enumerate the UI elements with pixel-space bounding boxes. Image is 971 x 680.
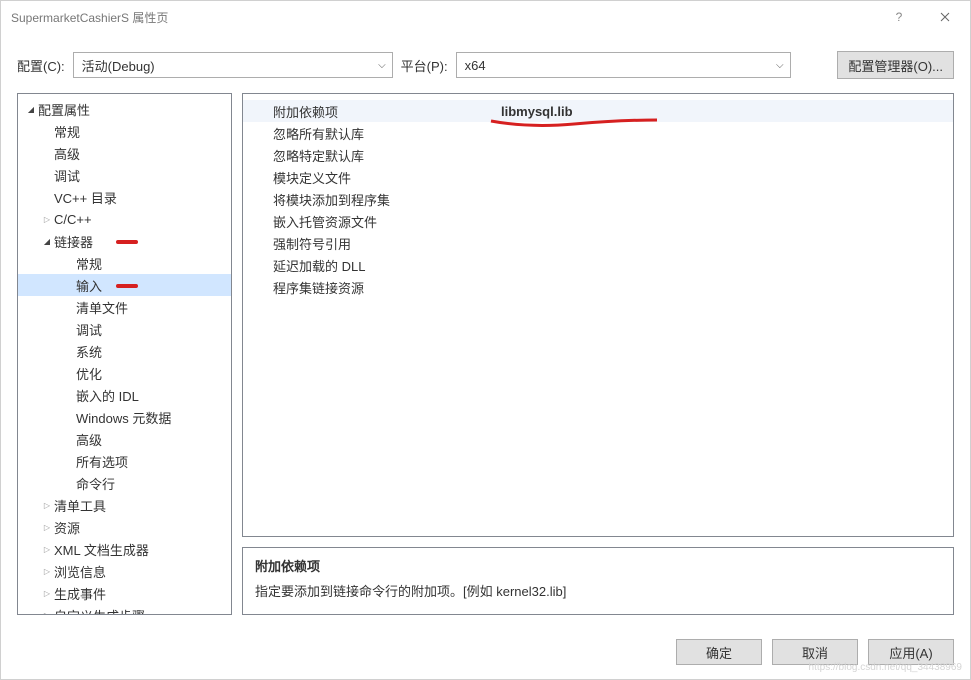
tree-panel[interactable]: 配置属性 常规 高级 调试 VC++ 目录 C/C++ 链接器 常规 输入 清单…: [17, 93, 232, 615]
description-panel: 附加依赖项 指定要添加到链接命令行的附加项。[例如 kernel32.lib]: [242, 547, 954, 615]
annotation-mark: [116, 284, 138, 288]
property-row[interactable]: 程序集链接资源: [243, 276, 953, 298]
expand-icon[interactable]: [40, 589, 54, 598]
property-label: 延迟加载的 DLL: [243, 256, 495, 275]
property-label: 强制符号引用: [243, 234, 495, 253]
chevron-down-icon: ⌵: [776, 60, 784, 71]
platform-value: x64: [465, 58, 486, 73]
description-text: 指定要添加到链接命令行的附加项。[例如 kernel32.lib]: [255, 581, 941, 600]
tree-resources[interactable]: 资源: [18, 516, 231, 538]
config-manager-button[interactable]: 配置管理器(O)...: [837, 51, 954, 79]
tree-linker[interactable]: 链接器: [18, 230, 231, 252]
config-label: 配置(C):: [17, 56, 65, 75]
expand-icon[interactable]: [24, 105, 38, 114]
ok-button[interactable]: 确定: [676, 639, 762, 665]
property-label: 将模块添加到程序集: [243, 190, 495, 209]
tree-linker-cmdline[interactable]: 命令行: [18, 472, 231, 494]
window-title: SupermarketCashierS 属性页: [11, 9, 876, 26]
tree-browse-info[interactable]: 浏览信息: [18, 560, 231, 582]
chevron-down-icon: ⌵: [378, 60, 386, 71]
config-dropdown[interactable]: 活动(Debug) ⌵: [73, 52, 393, 78]
property-row[interactable]: 附加依赖项libmysql.lib: [243, 100, 953, 122]
property-row[interactable]: 将模块添加到程序集: [243, 188, 953, 210]
property-label: 忽略特定默认库: [243, 146, 495, 165]
cancel-button[interactable]: 取消: [772, 639, 858, 665]
tree-advanced[interactable]: 高级: [18, 142, 231, 164]
property-label: 忽略所有默认库: [243, 124, 495, 143]
tree-linker-all[interactable]: 所有选项: [18, 450, 231, 472]
expand-icon[interactable]: [40, 237, 54, 246]
tree-general[interactable]: 常规: [18, 120, 231, 142]
close-icon: [940, 12, 950, 22]
tree-debug[interactable]: 调试: [18, 164, 231, 186]
tree-root[interactable]: 配置属性: [18, 98, 231, 120]
help-button[interactable]: ?: [876, 2, 922, 32]
footer: 确定 取消 应用(A): [1, 627, 970, 679]
tree-vcpp[interactable]: VC++ 目录: [18, 186, 231, 208]
expand-icon[interactable]: [40, 501, 54, 510]
tree-custom-build[interactable]: 自定义生成步骤: [18, 604, 231, 615]
property-value[interactable]: libmysql.lib: [495, 104, 953, 119]
property-row[interactable]: 延迟加载的 DLL: [243, 254, 953, 276]
apply-button[interactable]: 应用(A): [868, 639, 954, 665]
tree-xml-doc[interactable]: XML 文档生成器: [18, 538, 231, 560]
property-window: SupermarketCashierS 属性页 ? 配置(C): 活动(Debu…: [0, 0, 971, 680]
properties-grid[interactable]: 附加依赖项libmysql.lib忽略所有默认库忽略特定默认库模块定义文件将模块…: [242, 93, 954, 537]
tree-linker-optimize[interactable]: 优化: [18, 362, 231, 384]
description-title: 附加依赖项: [255, 556, 941, 575]
annotation-underline: [489, 118, 659, 134]
property-label: 程序集链接资源: [243, 278, 495, 297]
tree-linker-advanced[interactable]: 高级: [18, 428, 231, 450]
expand-icon[interactable]: [40, 567, 54, 576]
close-button[interactable]: [922, 2, 968, 32]
tree-build-events[interactable]: 生成事件: [18, 582, 231, 604]
platform-label: 平台(P):: [401, 56, 448, 75]
property-row[interactable]: 嵌入托管资源文件: [243, 210, 953, 232]
tree-linker-general[interactable]: 常规: [18, 252, 231, 274]
tree-ccpp[interactable]: C/C++: [18, 208, 231, 230]
property-label: 嵌入托管资源文件: [243, 212, 495, 231]
property-label: 模块定义文件: [243, 168, 495, 187]
expand-icon[interactable]: [40, 611, 54, 616]
property-row[interactable]: 忽略特定默认库: [243, 144, 953, 166]
tree-linker-debug[interactable]: 调试: [18, 318, 231, 340]
expand-icon[interactable]: [40, 545, 54, 554]
property-row[interactable]: 模块定义文件: [243, 166, 953, 188]
body: 配置属性 常规 高级 调试 VC++ 目录 C/C++ 链接器 常规 输入 清单…: [1, 93, 970, 627]
property-row[interactable]: 强制符号引用: [243, 232, 953, 254]
tree-manifest-tool[interactable]: 清单工具: [18, 494, 231, 516]
tree-linker-idl[interactable]: 嵌入的 IDL: [18, 384, 231, 406]
tree-linker-manifest[interactable]: 清单文件: [18, 296, 231, 318]
expand-icon[interactable]: [40, 215, 54, 224]
titlebar: SupermarketCashierS 属性页 ?: [1, 1, 970, 33]
tree-linker-input[interactable]: 输入: [18, 274, 231, 296]
platform-dropdown[interactable]: x64 ⌵: [456, 52, 791, 78]
right-panel: 附加依赖项libmysql.lib忽略所有默认库忽略特定默认库模块定义文件将模块…: [242, 93, 954, 615]
tree-linker-system[interactable]: 系统: [18, 340, 231, 362]
config-value: 活动(Debug): [82, 56, 155, 75]
toolbar: 配置(C): 活动(Debug) ⌵ 平台(P): x64 ⌵ 配置管理器(O)…: [1, 33, 970, 93]
property-label: 附加依赖项: [243, 102, 495, 121]
tree-linker-winmeta[interactable]: Windows 元数据: [18, 406, 231, 428]
expand-icon[interactable]: [40, 523, 54, 532]
annotation-mark: [116, 240, 138, 244]
